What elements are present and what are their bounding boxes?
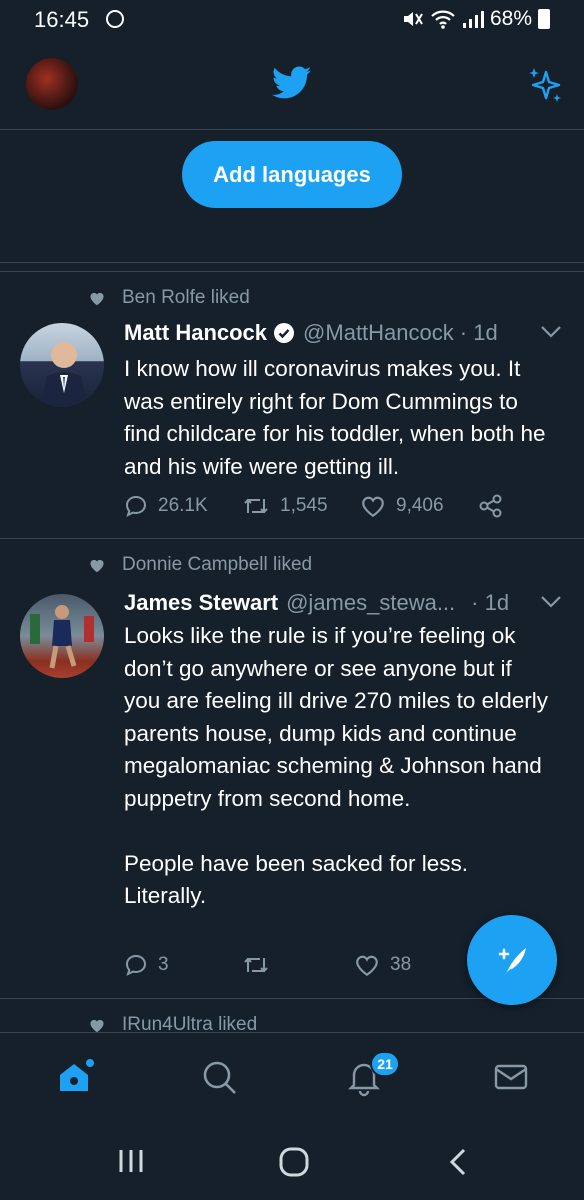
mail-icon <box>494 1064 528 1090</box>
nav-search[interactable] <box>195 1053 243 1101</box>
reply-count: 3 <box>158 954 169 975</box>
verified-badge-icon <box>274 323 295 343</box>
tweet-actions: 3 38 <box>124 950 472 980</box>
reply-count: 26.1K <box>158 495 208 516</box>
tweet-time: · 1d <box>471 590 510 615</box>
author-handle[interactable]: @james_stewa... <box>286 590 455 616</box>
retweet-count: 1,545 <box>280 495 328 516</box>
reply-icon <box>125 954 147 976</box>
back-icon[interactable] <box>446 1146 470 1178</box>
system-navigation-bar <box>0 1122 584 1200</box>
signal-icon <box>462 11 484 28</box>
status-time: 16:45 <box>34 7 90 32</box>
social-context: Donnie Campbell liked <box>88 552 312 578</box>
author-handle[interactable]: @MattHancock <box>303 320 454 346</box>
retweet-icon <box>244 957 268 973</box>
retweet-button[interactable]: 1,545 <box>242 495 360 517</box>
liked-by-text: Ben Rolfe liked <box>122 287 250 308</box>
tweet-text: Looks like the rule is if you’re feeling… <box>124 623 548 908</box>
heart-filled-icon <box>90 1019 104 1033</box>
heart-icon <box>356 955 378 977</box>
sync-icon <box>106 10 124 28</box>
avatar[interactable] <box>20 594 104 678</box>
add-languages-section: Add languages <box>0 131 584 263</box>
heart-filled-icon <box>90 292 104 306</box>
tweet-time: · 1d <box>459 320 498 345</box>
bottom-navigation: 21 <box>0 1032 584 1122</box>
like-button[interactable]: 9,406 <box>360 494 478 518</box>
status-bar: 16:45 68% <box>0 0 584 40</box>
share-icon <box>479 494 502 518</box>
home-icon <box>60 1059 94 1091</box>
retweet-button[interactable] <box>242 954 354 976</box>
profile-avatar[interactable] <box>26 58 78 110</box>
sparkle-icon[interactable] <box>526 66 564 104</box>
mute-icon <box>403 12 423 26</box>
home-circle-icon[interactable] <box>278 1146 310 1178</box>
chevron-down-icon[interactable] <box>540 325 562 339</box>
tweet-header: Matt Hancock @MattHancock · 1d <box>124 320 498 346</box>
reply-button[interactable]: 26.1K <box>124 494 242 518</box>
heart-filled-icon <box>90 559 104 573</box>
compose-feather-icon <box>498 948 526 974</box>
chevron-down-icon[interactable] <box>540 595 562 609</box>
nav-home[interactable] <box>50 1053 98 1101</box>
tweet-text: I know how ill coronavirus makes you. It… <box>124 356 552 479</box>
notification-badge: 21 <box>370 1051 400 1077</box>
reply-icon <box>125 495 147 517</box>
nav-messages[interactable] <box>487 1053 535 1101</box>
top-header <box>0 40 584 130</box>
author-name[interactable]: Matt Hancock <box>124 320 267 346</box>
social-context: Ben Rolfe liked <box>88 285 250 311</box>
battery-percent: 68% <box>489 7 532 30</box>
retweet-icon <box>244 498 268 514</box>
add-languages-button[interactable]: Add languages <box>182 141 402 208</box>
tweet-item[interactable]: IRun4Ultra liked <box>0 1000 584 1035</box>
share-button[interactable] <box>478 493 504 519</box>
battery-icon <box>538 9 550 29</box>
like-count: 38 <box>390 954 412 975</box>
section-divider <box>0 264 584 272</box>
like-button[interactable]: 38 <box>354 953 472 977</box>
tweet-actions: 26.1K 1,545 9,406 <box>124 491 504 521</box>
avatar[interactable] <box>20 323 104 407</box>
liked-by-text: Donnie Campbell liked <box>122 554 313 575</box>
status-right: 68% <box>402 7 550 31</box>
heart-icon <box>362 496 384 518</box>
twitter-bird-icon[interactable] <box>272 66 312 100</box>
author-name[interactable]: James Stewart <box>124 590 278 616</box>
avatar-photo <box>30 605 94 669</box>
search-icon <box>203 1061 236 1094</box>
compose-tweet-button[interactable] <box>467 915 557 1005</box>
reply-button[interactable]: 3 <box>124 953 242 977</box>
tweet-item[interactable]: Ben Rolfe liked Matt Hancock @MattHancoc… <box>0 273 584 539</box>
tweet-header: James Stewart @james_stewa... · 1d <box>124 590 509 616</box>
like-count: 9,406 <box>396 495 444 516</box>
wifi-icon <box>431 10 455 29</box>
avatar-photo <box>42 342 86 407</box>
recent-apps-icon[interactable] <box>116 1146 146 1176</box>
